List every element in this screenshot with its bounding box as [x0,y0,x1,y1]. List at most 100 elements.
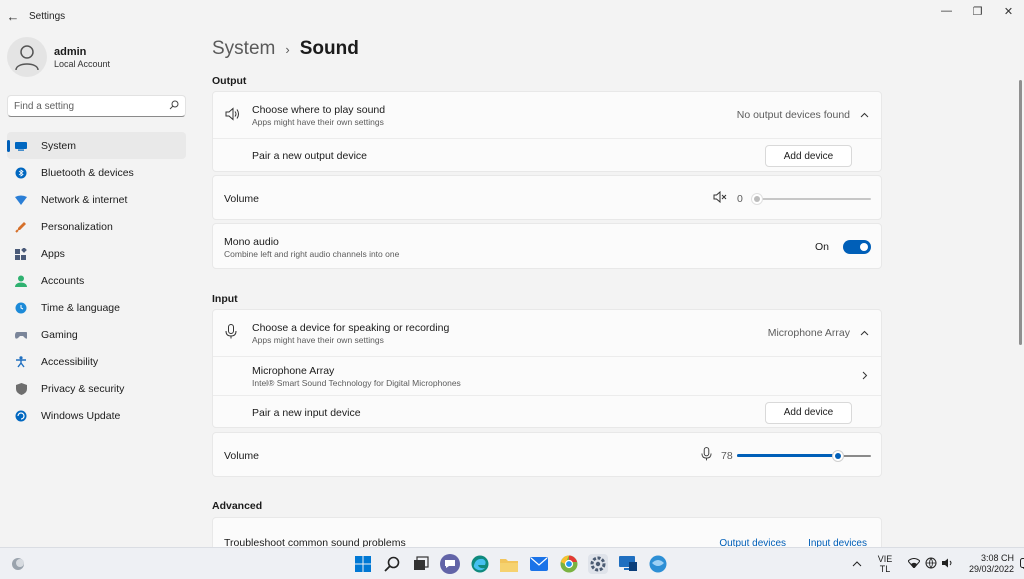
network-globe-icon[interactable] [925,557,937,571]
remote-desktop-icon[interactable] [618,554,638,574]
sidebar-item-label: Accounts [41,274,85,287]
gaming-icon [15,329,27,341]
sidebar-item-network[interactable]: Network & internet [7,186,186,213]
mono-audio-toggle[interactable] [843,240,871,254]
file-explorer-icon[interactable] [499,554,519,574]
page-title: Sound [299,38,359,59]
microphone-icon [225,324,237,342]
apps-icon [15,247,27,260]
input-language[interactable]: VIE TL [875,554,895,574]
notification-icon[interactable] [1020,557,1024,571]
sidebar-item-system[interactable]: System [7,132,186,159]
sidebar-item-label: Windows Update [41,409,121,422]
microphone-array-subtitle: Intel® Smart Sound Technology for Digita… [252,377,461,388]
system-icon [15,140,27,152]
sidebar-item-label: Apps [41,247,65,260]
bluetooth-icon [15,167,27,179]
start-icon[interactable] [353,554,373,574]
person-icon [15,45,39,70]
input-volume-card: Volume 78 [212,432,882,477]
choose-output-row[interactable]: Choose where to play sound Apps might ha… [213,92,881,138]
pair-output-row: Pair a new output device Add device [213,139,881,173]
input-device-card: Choose a device for speaking or recordin… [212,309,882,428]
wifi-icon[interactable] [907,558,921,570]
sidebar-item-bluetooth[interactable]: Bluetooth & devices [7,159,186,186]
breadcrumb: System › Sound [212,38,359,60]
mono-audio-state: On [814,241,829,253]
volume-icon[interactable] [942,558,954,570]
mail-icon[interactable] [529,554,549,574]
system-tray: VIE TL 3:08 CH 29/03/2022 [852,548,1024,579]
input-volume-slider[interactable] [737,449,871,463]
taskbar: VIE TL 3:08 CH 29/03/2022 [0,547,1024,579]
microphone-icon[interactable] [701,447,712,464]
output-heading: Output [212,75,247,87]
sidebar-item-personalization[interactable]: Personalization [7,213,186,240]
chevron-up-icon[interactable] [860,327,869,339]
choose-output-subtitle: Apps might have their own settings [252,116,384,127]
add-input-device-button[interactable]: Add device [765,401,852,424]
minimize-button[interactable]: — [931,0,962,22]
sidebar-item-accessibility[interactable]: Accessibility [7,348,186,375]
personalization-icon [15,221,27,233]
output-volume-card: Volume 0 [212,175,882,220]
choose-input-row[interactable]: Choose a device for speaking or recordin… [213,310,881,356]
breadcrumb-parent[interactable]: System [212,38,275,60]
sidebar-item-time-language[interactable]: Time & language [7,294,186,321]
mono-audio-subtitle: Combine left and right audio channels in… [224,248,400,259]
sidebar-item-gaming[interactable]: Gaming [7,321,186,348]
edge-browser-icon[interactable] [470,554,490,574]
maximize-button[interactable]: ❐ [962,0,993,22]
chevron-up-icon[interactable] [860,109,869,121]
window-controls: — ❐ ✕ [931,0,1024,22]
sidebar-item-label: Time & language [41,301,120,314]
task-view-icon[interactable] [411,554,431,574]
output-volume-value: 0 [737,192,743,205]
sidebar-item-label: System [41,139,77,152]
globe-app-icon[interactable] [648,554,668,574]
sidebar-item-label: Personalization [41,220,113,233]
clock-date: 29/03/2022 [968,564,1014,574]
language-code-line1: VIE [877,554,893,564]
weather-icon[interactable] [8,554,28,574]
accessibility-icon [15,355,27,368]
search-placeholder: Find a setting [14,100,75,112]
sidebar-item-accounts[interactable]: Accounts [7,267,186,294]
mono-audio-title: Mono audio [224,235,279,248]
network-icon [15,194,27,206]
back-arrow-icon[interactable]: ← [2,5,24,27]
close-button[interactable]: ✕ [993,0,1024,22]
search-icon [169,100,179,113]
add-output-device-button[interactable]: Add device [765,145,852,167]
search-input[interactable]: Find a setting [7,95,186,117]
clock-time: 3:08 CH [980,553,1014,563]
sidebar-item-windows-update[interactable]: Windows Update [7,402,186,429]
output-device-card: Choose where to play sound Apps might ha… [212,91,882,172]
sidebar-item-privacy[interactable]: Privacy & security [7,375,186,402]
pair-input-label: Pair a new input device [252,406,361,419]
speaker-muted-icon[interactable] [713,190,728,206]
user-profile[interactable]: admin Local Account [7,37,110,77]
user-name: admin [54,45,87,58]
clock[interactable]: 3:08 CH 29/03/2022 [966,553,1014,575]
search-icon[interactable] [382,554,402,574]
scrollbar[interactable] [1019,80,1022,345]
speaker-icon [225,106,241,124]
chevron-up-icon[interactable] [852,559,864,569]
chrome-browser-icon[interactable] [559,554,579,574]
output-volume-slider[interactable] [751,192,871,206]
sidebar-item-apps[interactable]: Apps [7,240,186,267]
pair-output-label: Pair a new output device [252,150,367,162]
time-language-icon [15,302,27,314]
sidebar-item-label: Bluetooth & devices [41,166,134,179]
sidebar-item-label: Gaming [41,328,78,341]
microphone-array-row[interactable]: Microphone Array Intel® Smart Sound Tech… [213,357,881,395]
chat-icon[interactable] [440,554,460,574]
window-title: Settings [29,10,66,22]
pair-input-row: Pair a new input device Add device [213,396,881,429]
settings-gear-icon[interactable] [588,554,608,574]
input-volume-value: 78 [721,449,733,462]
breadcrumb-separator: › [285,41,290,57]
language-code-line2: TL [879,564,891,574]
sidebar-item-label: Network & internet [41,193,128,206]
